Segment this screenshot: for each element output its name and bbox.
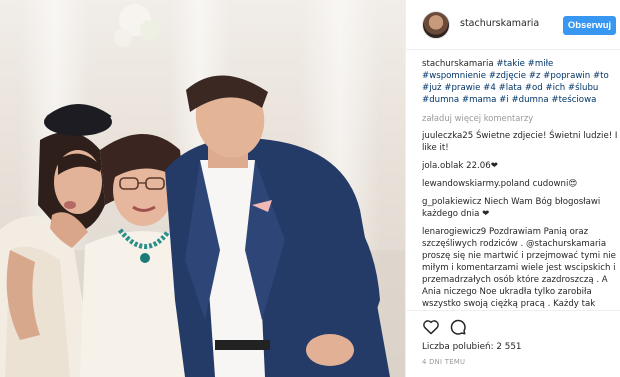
post-side-panel: stachurskamaria Obserwuj stachurskamaria…	[405, 0, 620, 377]
comment-username[interactable]: juuleczka25	[422, 131, 473, 141]
comment-username[interactable]: lewandowskiarmy.poland	[422, 179, 530, 189]
comment-item: g_polakiewicz Niech Wam Bóg błogosławi k…	[422, 196, 618, 220]
comment-username[interactable]: jola.oblak	[422, 161, 463, 171]
comment-text: cudowni😍	[532, 179, 578, 189]
load-more-comments-link[interactable]: załaduj więcej komentarzy	[422, 112, 618, 124]
post-photo[interactable]	[0, 0, 405, 377]
comment-item: lenarogiewicz9 Pozdrawiam Panią oraz szc…	[422, 226, 618, 310]
comment-username[interactable]: lenarogiewicz9	[422, 227, 486, 237]
avatar[interactable]	[422, 11, 450, 39]
comment-text: Pozdrawiam Panią oraz szczęśliwych rodzi…	[422, 227, 616, 309]
caption: stachurskamaria #takie #miłe #wspomnieni…	[422, 58, 618, 106]
heart-icon[interactable]	[422, 319, 440, 335]
post-timestamp[interactable]: 4 DNI TEMU	[422, 358, 465, 366]
follow-button[interactable]: Obserwuj	[563, 16, 616, 35]
comment-item: lewandowskiarmy.poland cudowni😍	[422, 178, 618, 190]
post-username[interactable]: stachurskamaria	[460, 18, 539, 29]
post-actions: Liczba polubień: 2 551 4 DNI TEMU	[406, 310, 620, 377]
comment-username[interactable]: g_polakiewicz	[422, 197, 481, 207]
comment-icon[interactable]	[449, 318, 467, 336]
comment-item: jola.oblak 22.06❤	[422, 160, 618, 172]
caption-username[interactable]: stachurskamaria	[422, 59, 494, 69]
photo-people	[0, 4, 405, 377]
post-header: stachurskamaria Obserwuj	[406, 0, 620, 50]
comments-list[interactable]: stachurskamaria #takie #miłe #wspomnieni…	[422, 58, 618, 310]
comment-item: juuleczka25 Świetne zdjecie! Świetni lud…	[422, 130, 618, 154]
comment-text: 22.06❤	[466, 161, 498, 171]
likes-count[interactable]: Liczba polubień: 2 551	[422, 342, 522, 352]
